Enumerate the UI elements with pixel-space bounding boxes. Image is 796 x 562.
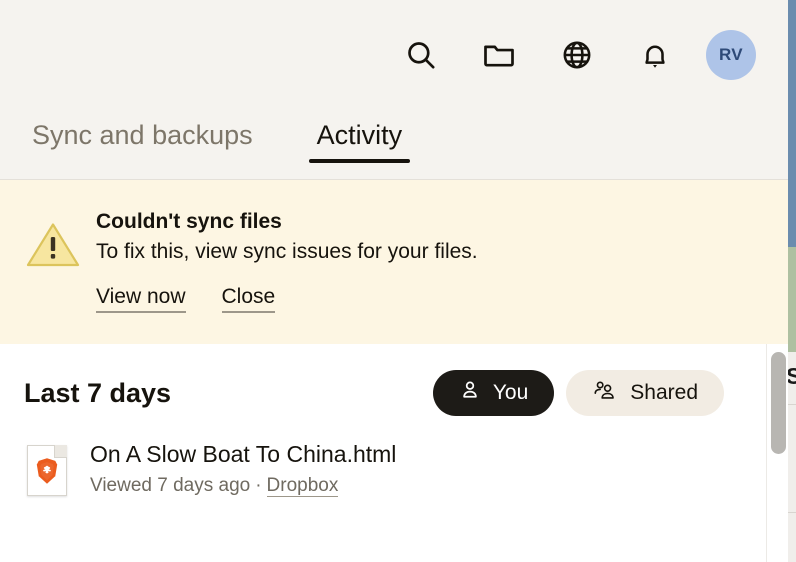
tab-sync-and-backups[interactable]: Sync and backups	[24, 106, 261, 149]
separator: ·	[255, 474, 262, 496]
banner-message: To fix this, view sync issues for your f…	[96, 240, 478, 264]
file-source-link[interactable]: Dropbox	[266, 474, 339, 497]
list-item-text: On A Slow Boat To China.html Viewed 7 da…	[70, 440, 396, 497]
app-header: RV	[0, 0, 788, 106]
background-window-green-edge	[788, 247, 796, 352]
banner-title: Couldn't sync files	[96, 210, 282, 233]
page-title: Last 7 days	[24, 377, 172, 408]
app-window: S RV Sync and backups Activity Couldn't …	[0, 0, 796, 562]
background-window-divider	[787, 512, 796, 513]
dropbox-panel: RV Sync and backups Activity Couldn't sy…	[0, 0, 788, 562]
banner-body: Couldn't sync files To fix this, view sy…	[82, 208, 764, 313]
background-window-blue-edge	[788, 0, 796, 247]
filter-pill-shared-label: Shared	[630, 381, 698, 404]
close-link[interactable]: Close	[221, 285, 276, 313]
globe-icon[interactable]	[550, 28, 604, 82]
activity-section-header: Last 7 days You Shared	[0, 344, 788, 416]
background-window-divider	[787, 404, 796, 405]
folder-icon[interactable]	[472, 28, 526, 82]
avatar[interactable]: RV	[706, 30, 756, 80]
warning-triangle-icon	[24, 208, 82, 270]
list-item[interactable]: On A Slow Boat To China.html Viewed 7 da…	[24, 434, 764, 504]
file-status: Viewed 7 days ago	[90, 474, 251, 496]
activity-filter-group: You Shared	[432, 370, 724, 416]
person-icon	[459, 379, 481, 407]
view-now-link[interactable]: View now	[96, 285, 186, 313]
filter-pill-shared[interactable]: Shared	[566, 370, 724, 416]
file-name: On A Slow Boat To China.html	[90, 441, 397, 467]
html-file-brave-icon	[24, 442, 70, 498]
scrollbar-thumb[interactable]	[771, 352, 786, 454]
activity-list: On A Slow Boat To China.html Viewed 7 da…	[0, 416, 788, 504]
activity-content: Last 7 days You Shared On A Slow Boat To…	[0, 344, 788, 562]
tab-bar: Sync and backups Activity	[0, 106, 788, 180]
search-icon[interactable]	[394, 28, 448, 82]
filter-pill-you-label: You	[492, 381, 529, 404]
sync-error-banner: Couldn't sync files To fix this, view sy…	[0, 180, 788, 344]
people-icon	[592, 379, 618, 407]
header-toolbar: RV	[394, 28, 756, 82]
bell-icon[interactable]	[628, 28, 682, 82]
file-subtitle: Viewed 7 days ago · Dropbox	[90, 474, 396, 497]
banner-actions: View now Close	[96, 285, 764, 313]
filter-pill-you[interactable]: You	[432, 370, 555, 416]
scrollbar-track[interactable]	[766, 344, 788, 562]
tab-activity[interactable]: Activity	[308, 106, 411, 163]
